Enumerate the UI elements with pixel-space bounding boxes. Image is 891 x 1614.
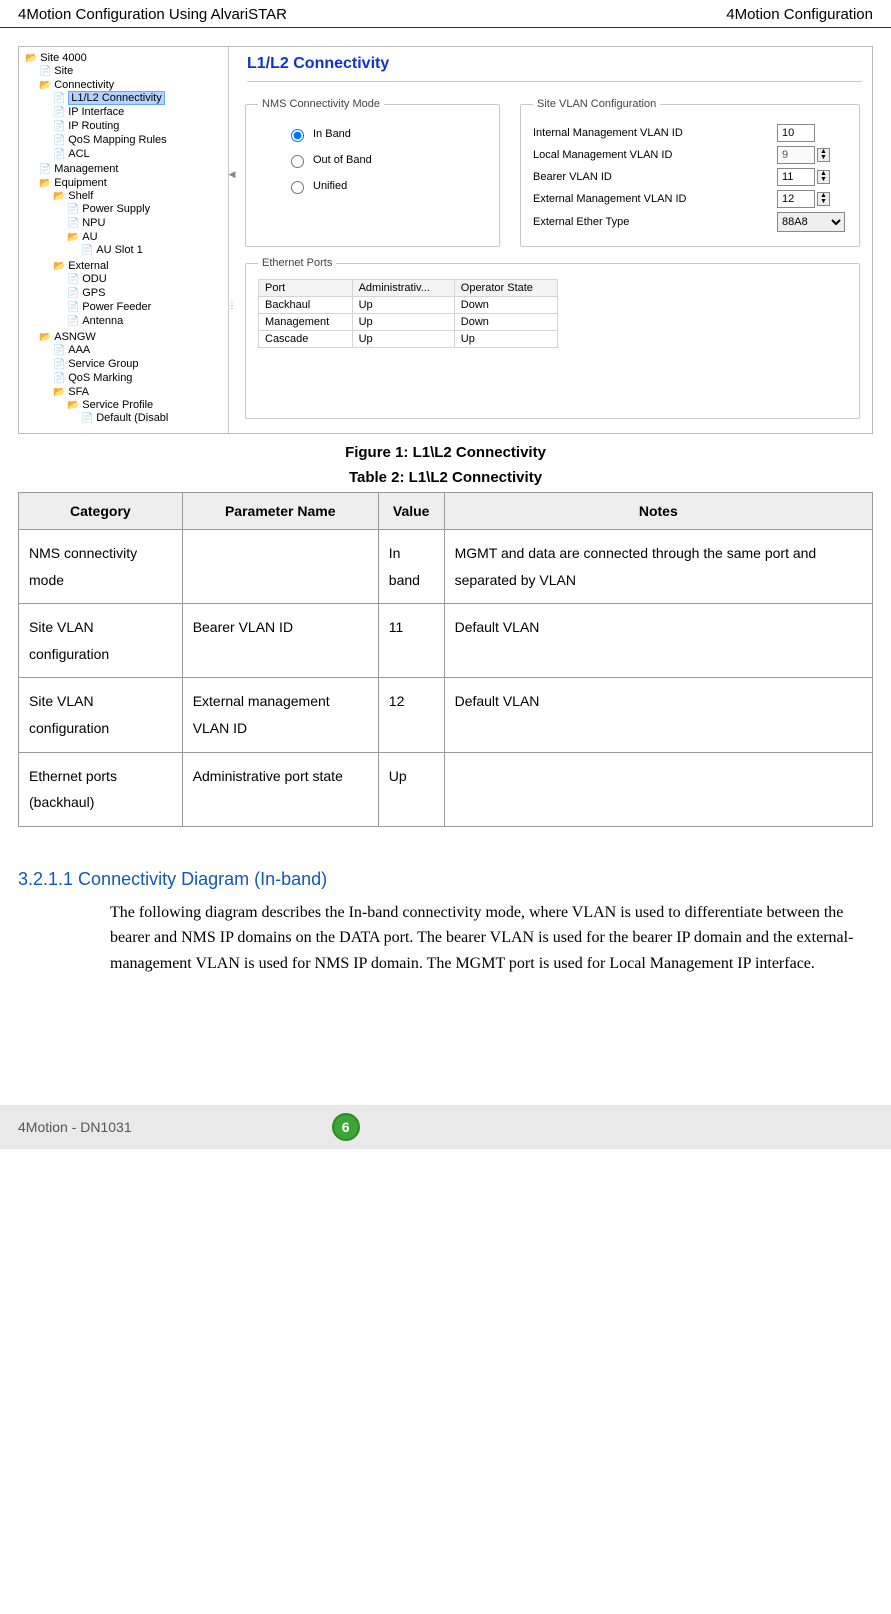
tree-acl[interactable]: ACL bbox=[53, 147, 228, 161]
tree-l1l2[interactable]: L1/L2 Connectivity bbox=[53, 91, 228, 105]
table-row: Site VLAN configuration External managem… bbox=[19, 678, 873, 752]
tree-external[interactable]: External ODU GPS Power Feeder Antenna bbox=[53, 259, 228, 329]
bearer-vlan-input[interactable] bbox=[777, 168, 815, 186]
tree-power-supply[interactable]: Power Supply bbox=[67, 202, 228, 216]
screenshot-figure: Site 4000 Site Connectivity L1/L2 Connec… bbox=[18, 46, 873, 434]
bearer-vlan-spinner[interactable]: ▲▼ bbox=[817, 170, 830, 184]
radio-unified[interactable]: Unified bbox=[286, 178, 487, 194]
ports-col-op[interactable]: Operator State bbox=[454, 280, 557, 297]
radio-in-band-input[interactable] bbox=[291, 129, 304, 142]
tree-ip-routing[interactable]: IP Routing bbox=[53, 119, 228, 133]
tree-qos-marking[interactable]: QoS Marking bbox=[53, 371, 228, 385]
header-right: 4Motion Configuration bbox=[726, 6, 873, 23]
table-row[interactable]: Backhaul Up Down bbox=[259, 297, 558, 314]
external-ether-type-label: External Ether Type bbox=[533, 216, 629, 228]
page-header: 4Motion Configuration Using AlvariSTAR 4… bbox=[0, 0, 891, 28]
radio-out-of-band[interactable]: Out of Band bbox=[286, 152, 487, 168]
page-number-badge: 6 bbox=[332, 1113, 360, 1141]
internal-mgmt-vlan-label: Internal Management VLAN ID bbox=[533, 127, 683, 139]
ethernet-ports-fieldset: Ethernet Ports Port Administrativ... Ope… bbox=[245, 257, 860, 419]
radio-unified-input[interactable] bbox=[291, 181, 304, 194]
ethernet-ports-table: Port Administrativ... Operator State Bac… bbox=[258, 279, 558, 348]
tree-management[interactable]: Management bbox=[39, 162, 228, 176]
tree-npu[interactable]: NPU bbox=[67, 216, 228, 230]
local-mgmt-vlan-spinner: ▲▼ bbox=[817, 148, 830, 162]
tree-site[interactable]: Site bbox=[39, 64, 228, 78]
header-left: 4Motion Configuration Using AlvariSTAR bbox=[18, 6, 287, 23]
tree-au-slot-1[interactable]: AU Slot 1 bbox=[81, 243, 228, 257]
tree-equipment[interactable]: Equipment Shelf Power Supply NPU AU AU S… bbox=[39, 176, 228, 330]
table-row[interactable]: Cascade Up Up bbox=[259, 331, 558, 348]
external-mgmt-vlan-input[interactable] bbox=[777, 190, 815, 208]
section-body: The following diagram describes the In-b… bbox=[110, 900, 857, 977]
table-row: Site VLAN configuration Bearer VLAN ID 1… bbox=[19, 604, 873, 678]
tree-aaa[interactable]: AAA bbox=[53, 343, 228, 357]
nms-legend: NMS Connectivity Mode bbox=[258, 98, 384, 110]
table-row[interactable]: Management Up Down bbox=[259, 314, 558, 331]
tree-default-disabled[interactable]: Default (Disabl bbox=[81, 411, 228, 425]
bearer-vlan-label: Bearer VLAN ID bbox=[533, 171, 612, 183]
page-footer: 4Motion - DN1031 6 bbox=[0, 1105, 891, 1149]
splitter-handle[interactable]: ◀⋮ bbox=[229, 47, 235, 433]
external-ether-type-select[interactable]: 88A8 bbox=[777, 212, 845, 232]
tree-odu[interactable]: ODU bbox=[67, 272, 228, 286]
nav-tree[interactable]: Site 4000 Site Connectivity L1/L2 Connec… bbox=[19, 47, 229, 433]
section-heading: 3.2.1.1 Connectivity Diagram (In-band) bbox=[18, 869, 873, 890]
tree-au[interactable]: AU AU Slot 1 bbox=[67, 230, 228, 258]
external-mgmt-vlan-label: External Management VLAN ID bbox=[533, 193, 686, 205]
external-mgmt-vlan-spinner[interactable]: ▲▼ bbox=[817, 192, 830, 206]
tree-gps[interactable]: GPS bbox=[67, 286, 228, 300]
radio-out-of-band-input[interactable] bbox=[291, 155, 304, 168]
tree-power-feeder[interactable]: Power Feeder bbox=[67, 300, 228, 314]
content-pane: ◀⋮ L1/L2 Connectivity NMS Connectivity M… bbox=[229, 47, 872, 433]
doc-table: Category Parameter Name Value Notes NMS … bbox=[18, 492, 873, 827]
local-mgmt-vlan-label: Local Management VLAN ID bbox=[533, 149, 672, 161]
ports-col-port[interactable]: Port bbox=[259, 280, 353, 297]
table-row: Ethernet ports (backhaul) Administrative… bbox=[19, 752, 873, 826]
doc-th-notes: Notes bbox=[444, 493, 872, 530]
nms-connectivity-fieldset: NMS Connectivity Mode In Band Out of Ban… bbox=[245, 98, 500, 247]
tree-sfa[interactable]: SFA Service Profile Default (Disabl bbox=[53, 385, 228, 427]
tree-ip-interface[interactable]: IP Interface bbox=[53, 105, 228, 119]
tree-service-group[interactable]: Service Group bbox=[53, 357, 228, 371]
table-row: NMS connectivity mode In band MGMT and d… bbox=[19, 530, 873, 604]
figure-caption: Figure 1: L1\L2 Connectivity bbox=[0, 444, 891, 461]
eth-legend: Ethernet Ports bbox=[258, 257, 336, 269]
tree-asngw[interactable]: ASNGW AAA Service Group QoS Marking SFA … bbox=[39, 330, 228, 428]
tree-qos-mapping[interactable]: QoS Mapping Rules bbox=[53, 133, 228, 147]
doc-th-param: Parameter Name bbox=[182, 493, 378, 530]
footer-left: 4Motion - DN1031 bbox=[18, 1119, 132, 1135]
tree-antenna[interactable]: Antenna bbox=[67, 314, 228, 328]
panel-title: L1/L2 Connectivity bbox=[247, 55, 862, 82]
table-caption: Table 2: L1\L2 Connectivity bbox=[0, 469, 891, 486]
doc-th-category: Category bbox=[19, 493, 183, 530]
radio-in-band[interactable]: In Band bbox=[286, 126, 487, 142]
internal-mgmt-vlan-input[interactable] bbox=[777, 124, 815, 142]
local-mgmt-vlan-input bbox=[777, 146, 815, 164]
tree-connectivity[interactable]: Connectivity L1/L2 Connectivity IP Inter… bbox=[39, 78, 228, 162]
ports-col-admin[interactable]: Administrativ... bbox=[352, 280, 454, 297]
vlan-legend: Site VLAN Configuration bbox=[533, 98, 660, 110]
tree-root[interactable]: Site 4000 Site Connectivity L1/L2 Connec… bbox=[25, 51, 228, 429]
doc-th-value: Value bbox=[378, 493, 444, 530]
site-vlan-fieldset: Site VLAN Configuration Internal Managem… bbox=[520, 98, 860, 247]
tree-shelf[interactable]: Shelf Power Supply NPU AU AU Slot 1 bbox=[53, 189, 228, 259]
tree-service-profile[interactable]: Service Profile Default (Disabl bbox=[67, 398, 228, 426]
